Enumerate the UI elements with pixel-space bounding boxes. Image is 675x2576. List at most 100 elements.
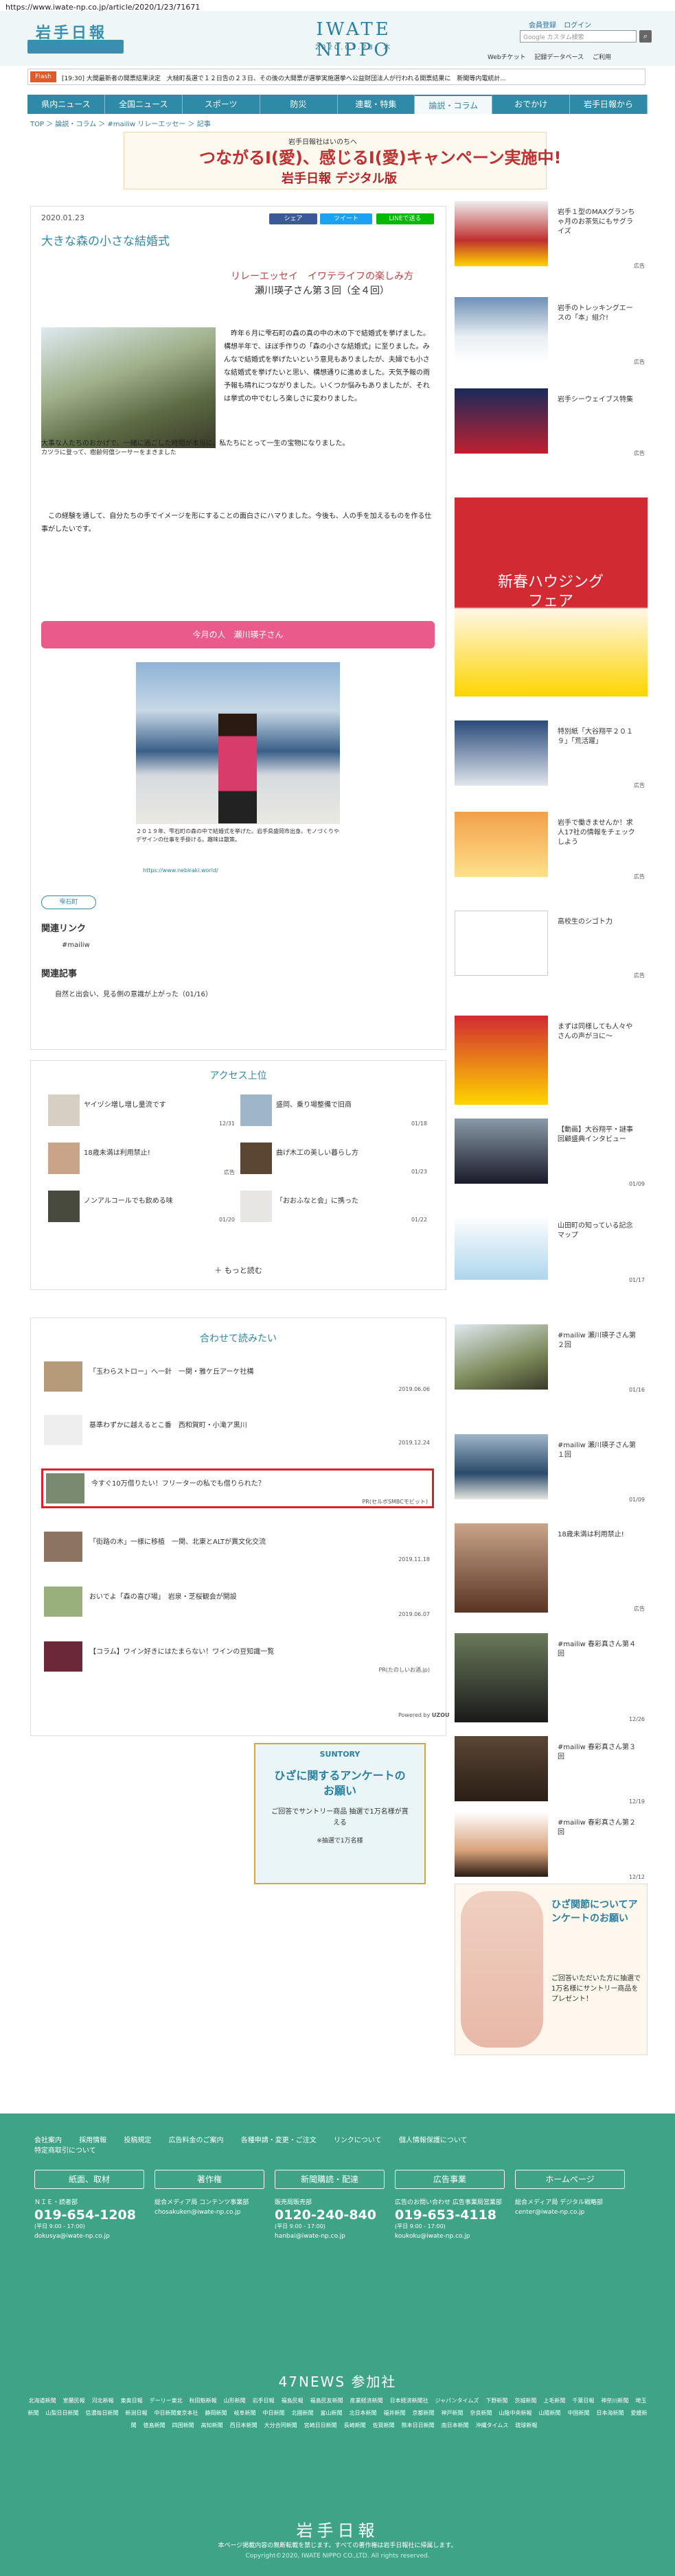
news47-link[interactable]: 山形新聞	[224, 2398, 246, 2404]
news47-link[interactable]: 佐賀新聞	[373, 2422, 395, 2428]
related-link[interactable]: #mailiw	[62, 941, 90, 949]
footer-col-tel[interactable]: 019-653-4118	[395, 2208, 505, 2223]
nav-columns[interactable]: 論説・コラム	[415, 95, 493, 114]
login-link[interactable]: ログイン	[564, 22, 591, 30]
news47-link[interactable]: 中日新聞	[263, 2410, 285, 2416]
footer-logo[interactable]: 岩手日報	[0, 2517, 675, 2541]
recommend-item[interactable]: 「街路の木」一様に移植 一関、北東とALTが異文化交流 2019.11.18	[41, 1529, 434, 1569]
news47-link[interactable]: 福島民友新聞	[310, 2398, 343, 2404]
footer-col-button[interactable]: 新聞購読・配達	[275, 2170, 385, 2189]
news47-link[interactable]: 長崎新聞	[344, 2422, 366, 2428]
sidebar-item[interactable]: 岩手１型のMAXグランちゃ月のお茶気にもサグライズ 広告	[455, 201, 648, 270]
news47-link[interactable]: 岐阜新聞	[234, 2410, 256, 2416]
nav-from-nippo[interactable]: 岩手日報から	[570, 95, 648, 114]
recommend-item[interactable]: 【コラム】ワイン好きにはたまらない！ワインの豆知識一覧 PR(たのしいお酒.jp)	[41, 1639, 434, 1678]
recommend-item[interactable]: おいでよ「森の喜び場」 岩泉・芝桜観会が開設 2019.06.07	[41, 1584, 434, 1624]
footer-col-tel[interactable]: 019-654-1208	[34, 2208, 144, 2223]
uzou-logo[interactable]: UZOU	[432, 1712, 450, 1718]
news47-link[interactable]: 沖縄タイムス	[476, 2422, 509, 2428]
news47-link[interactable]: 京都新聞	[413, 2410, 435, 2416]
footer-col-button[interactable]: 著作権	[155, 2170, 264, 2189]
footer-link[interactable]: 広告料金のご案内	[169, 2137, 224, 2144]
footer-col-button[interactable]: 広告事業	[395, 2170, 505, 2189]
news47-link[interactable]: 茨城新聞	[514, 2398, 536, 2404]
news47-link[interactable]: 新潟日報	[126, 2410, 148, 2416]
news47-link[interactable]: 神奈川新聞	[601, 2398, 628, 2404]
sidebar-item[interactable]: 高校生のシゴト力 広告	[455, 911, 648, 979]
nav-sports[interactable]: スポーツ	[183, 95, 260, 114]
sidebar-item[interactable]: 特別紙「大谷翔平２０１９」「荒活躍」 広告	[455, 721, 648, 789]
suntory-ad[interactable]: SUNTORY ひざに関するアンケートのお願い ご回答でサントリー商品 抽選で1…	[254, 1743, 426, 1884]
news47-link[interactable]: 東奥日報	[121, 2398, 143, 2404]
ranking-item[interactable]: 盛岡、乗り場整備で旧商 01/18	[240, 1094, 427, 1133]
sidebar-item[interactable]: #mailiw 春彩真さん第４回 12/26	[455, 1633, 648, 1722]
search-icon[interactable]: ⌕	[639, 30, 652, 43]
news47-link[interactable]: 北國新聞	[292, 2410, 314, 2416]
ranking-item[interactable]: ノンアルコールでも飲める味 01/20	[48, 1191, 235, 1229]
ranking-item[interactable]: 曲げ木工の美しい暮らし方 01/23	[240, 1143, 427, 1181]
sidebar-item[interactable]: #mailiw 春彩真さん第３回 12/19	[455, 1736, 648, 1805]
footer-col-button[interactable]: ホームページ	[515, 2170, 625, 2189]
site-logo[interactable]: IWATE NIPPO	[295, 19, 412, 60]
author-website-link[interactable]: https://www.nebiraki.world/	[143, 867, 218, 874]
news47-link[interactable]: 徳島新聞	[144, 2422, 165, 2428]
footer-link[interactable]: 個人情報保護について	[399, 2137, 468, 2144]
news47-link[interactable]: デーリー東北	[150, 2398, 183, 2404]
ticket-link[interactable]: Webチケット	[488, 54, 526, 61]
news47-link[interactable]: 岩手日報	[253, 2398, 275, 2404]
tag-shizukuishi[interactable]: 雫石町	[41, 895, 96, 909]
news47-link[interactable]: 北日本新聞	[350, 2410, 377, 2416]
news47-link[interactable]: 四国新聞	[172, 2422, 194, 2428]
tweet-button[interactable]: ツイート	[320, 213, 372, 224]
recommend-item-ad-highlighted[interactable]: 今すぐ10万借りたい！フリーターの私でも借りられた？ PR(セルボSMBCモビット…	[41, 1468, 434, 1508]
news47-link[interactable]: 日本海新聞	[597, 2410, 624, 2416]
news47-link[interactable]: 中国新聞	[568, 2410, 590, 2416]
sidebar-item[interactable]: #mailiw 瀬川瑛子さん第１回 01/09	[455, 1434, 648, 1503]
nav-prefecture-news[interactable]: 県内ニュース	[27, 95, 105, 114]
news47-link[interactable]: 秋田魁新報	[190, 2398, 217, 2404]
news47-link[interactable]: 西日本新聞	[230, 2422, 258, 2428]
news47-link[interactable]: 富山新聞	[321, 2410, 343, 2416]
news47-link[interactable]: ジャパンタイムズ	[435, 2398, 479, 2404]
more-button[interactable]: ＋ もっと読む	[30, 1265, 446, 1276]
tree-photo[interactable]	[41, 327, 216, 448]
nav-features[interactable]: 連載・特集	[338, 95, 415, 114]
footer-col-mail[interactable]: dokusya@iwate-np.co.jp	[34, 2233, 144, 2240]
footer-col-mail[interactable]: chosakuken@iwate-np.co.jp	[155, 2209, 264, 2216]
sidebar-item[interactable]: #mailiw 瀬川瑛子さん第２回 01/16	[455, 1324, 648, 1393]
news47-link[interactable]: 山梨日日新聞	[46, 2410, 79, 2416]
news47-link[interactable]: 熊本日日新聞	[402, 2422, 435, 2428]
news47-link[interactable]: 下野新聞	[485, 2398, 507, 2404]
usage-link[interactable]: ご利用	[593, 54, 611, 61]
sidebar-item[interactable]: 【動画】大谷翔平・謎事回顧盛典インタビュー 01/09	[455, 1119, 648, 1187]
news47-link[interactable]: 信濃毎日新聞	[86, 2410, 119, 2416]
news47-link[interactable]: 上毛新聞	[543, 2398, 565, 2404]
nav-outing[interactable]: おでかけ	[492, 95, 571, 114]
news47-link[interactable]: 福井新聞	[384, 2410, 406, 2416]
news47-link[interactable]: 室蘭民報	[63, 2398, 85, 2404]
ticker-text[interactable]: [19:30] 大間最新者の開票結果決定 大槌町長選で１２日告の２３日、その後の…	[62, 73, 639, 82]
footer-link[interactable]: 採用情報	[79, 2137, 106, 2144]
footer-link[interactable]: 会社案内	[34, 2137, 62, 2144]
nav-national-news[interactable]: 全国ニュース	[105, 95, 183, 114]
register-link[interactable]: 会員登録	[529, 22, 556, 30]
news47-link[interactable]: 琉球新報	[515, 2422, 537, 2428]
news47-link[interactable]: 北海道新聞	[29, 2398, 56, 2404]
search-input[interactable]: Google カスタム検索	[520, 30, 637, 43]
footer-col-mail[interactable]: hanbai@iwate-np.co.jp	[275, 2233, 385, 2240]
news47-link[interactable]: 福島民報	[282, 2398, 304, 2404]
news47-link[interactable]: 中日新聞東京本社	[155, 2410, 198, 2416]
sidebar-item[interactable]: 岩手シーウェイブス特集 広告	[455, 388, 648, 457]
news47-link[interactable]: 高知新聞	[201, 2422, 223, 2428]
ranking-item[interactable]: ヤイヅシ増し増し量流です 12/31	[48, 1094, 235, 1133]
knee-survey-ad[interactable]: ひざ関節についてアンケートのお願い ご回答いただいた方に抽選で1万名様にサントリ…	[455, 1884, 648, 2055]
news47-link[interactable]: 産業経済新聞	[350, 2398, 383, 2404]
sidebar-item[interactable]: まずは同様しても人々やさんの声がヨに〜	[455, 1016, 648, 1105]
footer-col-tel[interactable]: 0120-240-840	[275, 2208, 385, 2223]
news47-link[interactable]: 宮崎日日新聞	[304, 2422, 337, 2428]
news47-link[interactable]: 千葉日報	[572, 2398, 594, 2404]
recommend-item[interactable]: 「玉わらストロー」へ一針 一関・雅ケ丘アーケ社構 2019.06.06	[41, 1359, 434, 1398]
sidebar-housing-fair-ad[interactable]: 新春ハウジングフェア	[455, 497, 648, 696]
news47-link[interactable]: 南日本新聞	[442, 2422, 469, 2428]
ranking-item[interactable]: 18歳未満は利用禁止! 広告	[48, 1143, 235, 1181]
